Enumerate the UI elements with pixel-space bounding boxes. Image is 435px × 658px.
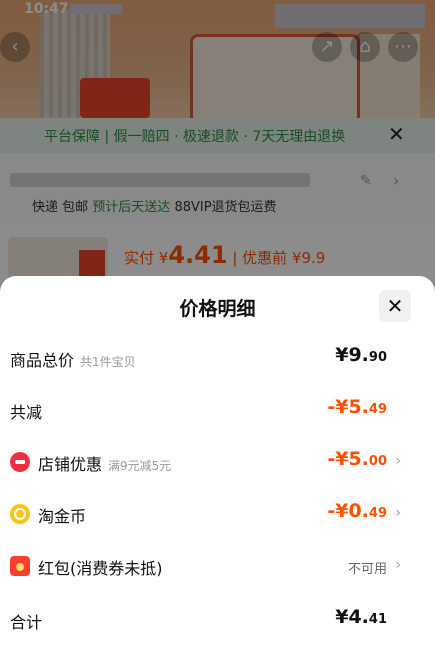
store-coupon-icon (10, 452, 30, 472)
row-value: -¥0.49 (327, 500, 387, 522)
close-button[interactable]: ✕ (379, 290, 411, 322)
row-sub: 满9元减5元 (108, 459, 172, 473)
chevron-right-icon[interactable]: › (395, 453, 401, 469)
row-value: 不可用 (347, 562, 387, 577)
coin-icon (10, 504, 30, 524)
panel-title: 价格明细 (179, 298, 256, 320)
chevron-right-icon[interactable]: › (395, 505, 401, 521)
row-value: -¥5.49 (327, 396, 387, 418)
row-label: 淘金币 (38, 507, 87, 526)
row-store-discount[interactable]: 店铺优惠 满9元减5元 -¥5.00 › (0, 442, 435, 482)
chevron-right-icon[interactable]: › (395, 557, 401, 573)
close-icon: ✕ (386, 294, 404, 318)
row-red-packet[interactable]: 红包(消费券未抵) 不可用 › (0, 546, 435, 586)
row-sub: 共1件宝贝 (80, 355, 136, 369)
row-value: ¥9.90 (335, 344, 387, 366)
row-label: 商品总价 共1件宝贝 (10, 351, 136, 370)
row-label: 店铺优惠 满9元减5元 (38, 455, 172, 474)
row-goods-total: 商品总价 共1件宝贝 ¥9.90 (0, 338, 435, 378)
row-value: -¥5.00 (327, 448, 387, 470)
row-label: 红包(消费券未抵) (38, 559, 163, 578)
row-label: 共减 (10, 403, 43, 422)
price-detail-panel: 价格明细 ✕ 商品总价 共1件宝贝 ¥9.90 共减 -¥5.49 店铺优惠 满9元… (0, 276, 435, 658)
row-value: ¥4.41 (335, 606, 387, 628)
red-packet-icon (10, 556, 30, 576)
row-label: 合计 (10, 613, 43, 632)
row-grand-total: 合计 ¥4.41 (0, 600, 435, 640)
row-total-discount: 共减 -¥5.49 (0, 390, 435, 430)
row-tao-coins[interactable]: 淘金币 -¥0.49 › (0, 494, 435, 534)
